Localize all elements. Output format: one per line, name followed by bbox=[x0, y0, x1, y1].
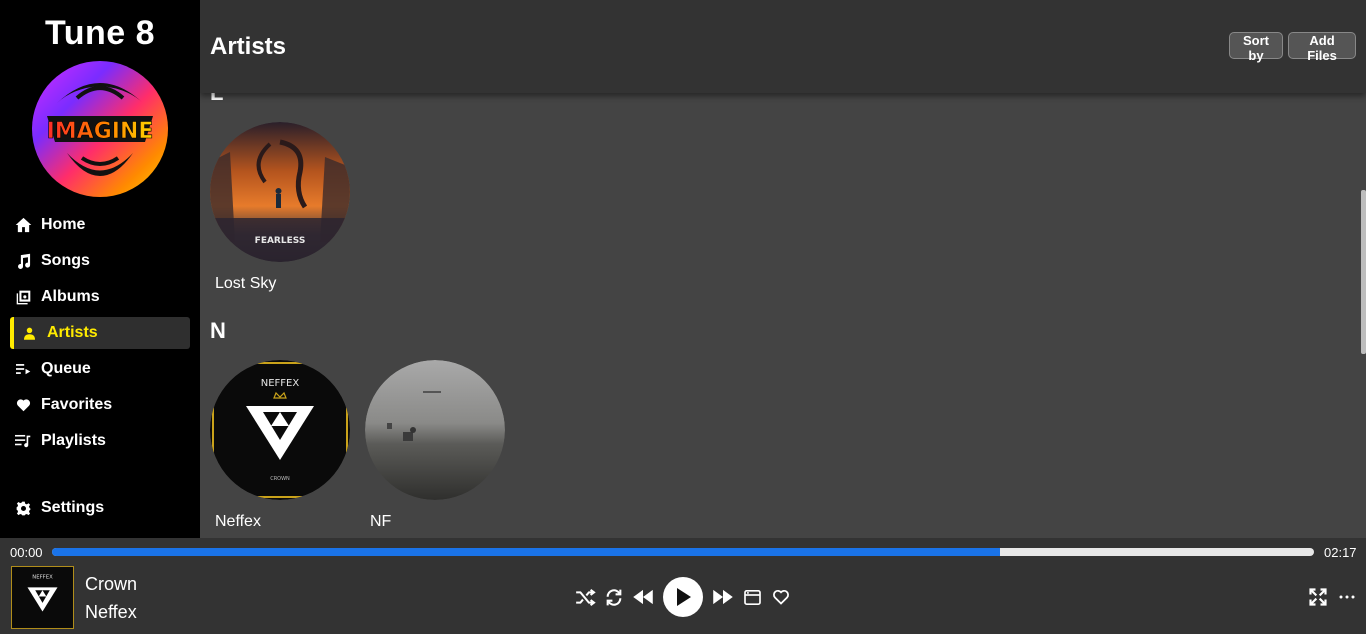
artist-name: NF bbox=[370, 513, 392, 530]
repeat-button[interactable] bbox=[601, 582, 627, 612]
heart-outline-icon bbox=[773, 589, 789, 605]
add-files-button[interactable]: Add Files bbox=[1288, 32, 1356, 63]
sort-by-button[interactable]: Sort by bbox=[1229, 32, 1283, 63]
artist-card-lost-sky[interactable]: FEARLESS Lost Sky bbox=[210, 122, 350, 293]
now-playing-cover[interactable]: NEFFEX bbox=[11, 566, 74, 629]
home-icon bbox=[14, 216, 32, 234]
artist-cover: FEARLESS bbox=[210, 122, 350, 262]
app-logo: IMAGINE bbox=[32, 61, 168, 197]
artist-card-nf[interactable]: NF bbox=[365, 360, 505, 531]
fast-forward-button[interactable] bbox=[710, 582, 736, 612]
sidebar-item-albums[interactable]: Albums bbox=[10, 281, 190, 313]
app-title: Tune 8 bbox=[44, 14, 156, 52]
playlist-icon bbox=[14, 432, 32, 450]
progress-fill bbox=[52, 548, 1000, 556]
artist-name: Lost Sky bbox=[215, 275, 277, 292]
sidebar-item-favorites[interactable]: Favorites bbox=[10, 389, 190, 421]
play-icon bbox=[677, 588, 691, 606]
progress-bar[interactable] bbox=[52, 548, 1314, 556]
sidebar-item-label: Favorites bbox=[41, 396, 113, 413]
artist-cover: NEFFEX CROWN bbox=[210, 360, 350, 500]
current-time: 00:00 bbox=[10, 545, 43, 560]
sidebar-nav: Home Songs Albums Artists Queue Favorite… bbox=[10, 209, 190, 461]
music-note-icon bbox=[14, 252, 32, 270]
window-icon bbox=[743, 589, 761, 605]
rewind-button[interactable] bbox=[630, 582, 656, 612]
fullscreen-button[interactable] bbox=[1305, 582, 1331, 612]
player-bar: 00:00 02:17 NEFFEX Crown Neffex bbox=[0, 538, 1366, 634]
shuffle-icon bbox=[575, 588, 596, 606]
svg-text:NEFFEX: NEFFEX bbox=[261, 378, 300, 389]
settings-label: Settings bbox=[41, 499, 105, 516]
sidebar-item-home[interactable]: Home bbox=[10, 209, 190, 241]
sidebar-item-settings[interactable]: Settings bbox=[14, 494, 104, 522]
favorite-button[interactable] bbox=[768, 582, 794, 612]
expand-icon bbox=[1309, 588, 1327, 606]
total-time: 02:17 bbox=[1324, 545, 1357, 560]
sidebar-item-playlists[interactable]: Playlists bbox=[10, 425, 190, 457]
header-bar: Artists Sort by Add Files bbox=[200, 0, 1366, 93]
sidebar-item-label: Playlists bbox=[41, 432, 106, 449]
more-options-button[interactable] bbox=[1334, 582, 1360, 612]
fast-forward-icon bbox=[713, 589, 733, 605]
sidebar-item-label: Songs bbox=[41, 252, 90, 269]
svg-text:CROWN: CROWN bbox=[270, 476, 290, 482]
gear-icon bbox=[14, 499, 32, 517]
mini-player-button[interactable] bbox=[739, 582, 765, 612]
svg-text:NEFFEX: NEFFEX bbox=[32, 575, 53, 581]
sidebar-item-artists[interactable]: Artists bbox=[10, 317, 190, 349]
track-title: Crown bbox=[85, 574, 138, 594]
svg-text:IMAGINE: IMAGINE bbox=[47, 119, 154, 144]
sidebar-item-label: Home bbox=[41, 216, 86, 233]
main-content: Artists Sort by Add Files L bbox=[200, 0, 1366, 538]
sidebar: Tune 8 IMAGINE Home Songs Albums Artists… bbox=[0, 0, 200, 538]
repeat-icon bbox=[606, 588, 622, 606]
heart-icon bbox=[14, 396, 32, 414]
artist-name: Neffex bbox=[215, 513, 261, 530]
group-letter-n: N bbox=[210, 318, 226, 343]
queue-icon bbox=[14, 360, 32, 378]
sidebar-item-songs[interactable]: Songs bbox=[10, 245, 190, 277]
sidebar-item-label: Artists bbox=[47, 324, 98, 341]
page-title: Artists bbox=[210, 33, 287, 60]
sidebar-item-queue[interactable]: Queue bbox=[10, 353, 190, 385]
person-icon bbox=[20, 324, 38, 342]
more-horizontal-icon bbox=[1339, 595, 1355, 599]
rewind-icon bbox=[633, 589, 653, 605]
album-icon bbox=[14, 288, 32, 306]
shuffle-button[interactable] bbox=[572, 582, 598, 612]
sidebar-item-label: Albums bbox=[41, 288, 100, 305]
play-button[interactable] bbox=[663, 577, 703, 617]
artist-cover bbox=[365, 360, 505, 500]
sidebar-item-label: Queue bbox=[41, 360, 91, 377]
artist-card-neffex[interactable]: NEFFEX CROWN Neffex bbox=[210, 360, 350, 531]
svg-text:FEARLESS: FEARLESS bbox=[255, 236, 306, 246]
scrollbar-thumb[interactable] bbox=[1361, 190, 1366, 354]
track-artist: Neffex bbox=[85, 602, 137, 622]
